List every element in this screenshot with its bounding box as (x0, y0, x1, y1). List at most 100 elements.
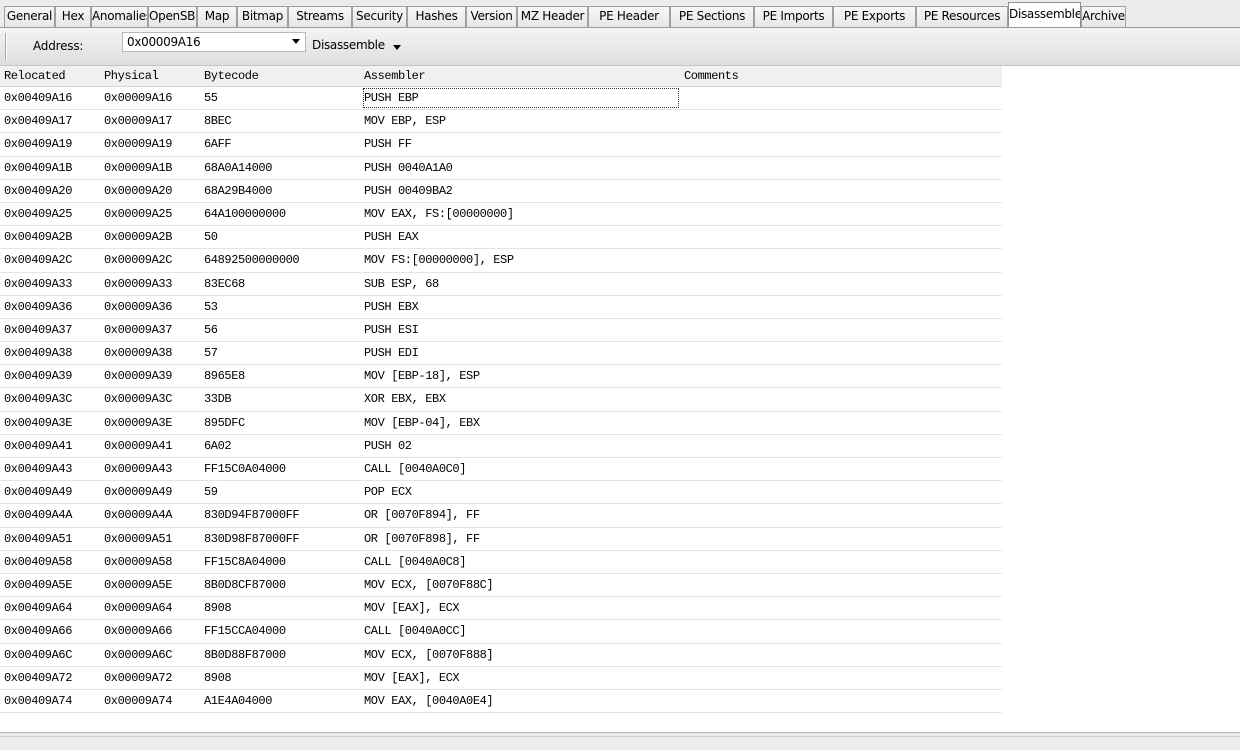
assembler-cell[interactable]: PUSH 0040A1A0 (364, 157, 680, 179)
relocated-cell[interactable]: 0x00409A3C (4, 388, 100, 410)
table-row[interactable]: 0x00409A37 0x00009A37 56 PUSH ESI (0, 318, 1002, 343)
table-row[interactable]: 0x00409A51 0x00009A51 830D98F87000FF OR [00… (0, 527, 1002, 551)
tab-opensbi[interactable]: OpenSBI (148, 6, 197, 27)
relocated-cell[interactable]: 0x00409A66 (4, 620, 100, 642)
relocated-cell[interactable]: 0x00409A19 (4, 133, 100, 155)
table-row[interactable]: 0x00409A49 0x00009A49 59 POP ECX (0, 481, 1002, 505)
relocated-cell[interactable]: 0x00409A74 (4, 690, 100, 712)
relocated-cell[interactable]: 0x00409A20 (4, 180, 100, 202)
assembler-cell[interactable]: SUB ESP, 68 (364, 273, 680, 295)
physical-cell[interactable]: 0x00009A51 (104, 528, 200, 550)
physical-cell[interactable]: 0x00009A41 (104, 435, 200, 457)
assembler-cell[interactable]: CALL [0040A0CC] (364, 620, 680, 642)
physical-cell[interactable]: 0x00009A49 (104, 481, 200, 503)
tab-security[interactable]: Security (352, 6, 407, 27)
relocated-cell[interactable]: 0x00409A39 (4, 365, 100, 387)
bytecode-cell[interactable]: 53 (204, 296, 360, 318)
assembler-cell[interactable]: MOV [EBP-18], ESP (364, 365, 680, 387)
tab-version[interactable]: Version (466, 6, 517, 27)
assembler-cell[interactable]: CALL [0040A0C8] (364, 551, 680, 573)
bytecode-cell[interactable]: 55 (204, 87, 360, 109)
table-row[interactable]: 0x00409A3E 0x00009A3E 895DFC MOV [EBP-04], … (0, 411, 1002, 435)
tab-hashes[interactable]: Hashes (407, 6, 466, 27)
physical-cell[interactable]: 0x00009A43 (104, 458, 200, 480)
physical-cell[interactable]: 0x00009A66 (104, 620, 200, 642)
tab-hex[interactable]: Hex (55, 6, 91, 27)
assembler-cell[interactable]: PUSH EAX (364, 226, 680, 248)
relocated-cell[interactable]: 0x00409A25 (4, 203, 100, 225)
tab-general[interactable]: General (4, 6, 55, 27)
bytecode-cell[interactable]: 8B0D8CF87000 (204, 574, 360, 596)
assembler-cell[interactable]: MOV [EAX], ECX (364, 597, 680, 619)
bytecode-cell[interactable]: 8B0D88F87000 (204, 644, 360, 666)
assembler-cell[interactable]: POP ECX (364, 481, 680, 503)
tab-pe-resources[interactable]: PE Resources (916, 6, 1008, 27)
address-value[interactable]: 0x00009A16 (127, 35, 201, 49)
assembler-cell[interactable]: PUSH ESI (364, 319, 680, 341)
bytecode-cell[interactable]: 57 (204, 342, 360, 364)
relocated-cell[interactable]: 0x00409A17 (4, 110, 100, 132)
relocated-cell[interactable]: 0x00409A1B (4, 157, 100, 179)
address-combobox[interactable]: 0x00009A16 (122, 32, 306, 52)
physical-cell[interactable]: 0x00009A74 (104, 690, 200, 712)
relocated-cell[interactable]: 0x00409A5E (4, 574, 100, 596)
tab-pe-header[interactable]: PE Header (588, 6, 670, 27)
assembler-cell[interactable]: MOV ECX, [0070F888] (364, 644, 680, 666)
table-row[interactable]: 0x00409A33 0x00009A33 83EC68 SUB ESP, 68 (0, 272, 1002, 296)
physical-cell[interactable]: 0x00009A37 (104, 319, 200, 341)
physical-cell[interactable]: 0x00009A72 (104, 667, 200, 689)
assembler-cell[interactable]: CALL [0040A0C0] (364, 458, 680, 480)
relocated-cell[interactable]: 0x00409A37 (4, 319, 100, 341)
physical-cell[interactable]: 0x00009A3C (104, 388, 200, 410)
bytecode-cell[interactable]: 830D98F87000FF (204, 528, 360, 550)
bytecode-cell[interactable]: FF15C0A04000 (204, 458, 360, 480)
tab-pe-exports[interactable]: PE Exports (833, 6, 916, 27)
table-row[interactable]: 0x00409A2C 0x00009A2C 64892500000000 MOV FS… (0, 249, 1002, 273)
bytecode-cell[interactable]: 33DB (204, 388, 360, 410)
physical-cell[interactable]: 0x00009A38 (104, 342, 200, 364)
bytecode-cell[interactable]: 6A02 (204, 435, 360, 457)
table-row[interactable]: 0x00409A38 0x00009A38 57 PUSH EDI (0, 342, 1002, 366)
bytecode-cell[interactable]: A1E4A04000 (204, 690, 360, 712)
column-header-bytecode[interactable]: Bytecode (204, 66, 360, 86)
tab-disassembler[interactable]: Disassembler (1008, 2, 1081, 27)
assembler-cell[interactable]: PUSH EBP (362, 87, 680, 109)
column-header-relocated[interactable]: Relocated (4, 66, 100, 86)
assembler-cell[interactable]: MOV ECX, [0070F88C] (364, 574, 680, 596)
physical-cell[interactable]: 0x00009A39 (104, 365, 200, 387)
bytecode-cell[interactable]: 83EC68 (204, 273, 360, 295)
relocated-cell[interactable]: 0x00409A3E (4, 412, 100, 434)
table-row[interactable]: 0x00409A74 0x00009A74 A1E4A04000 MOV EAX, [… (0, 689, 1002, 714)
relocated-cell[interactable]: 0x00409A38 (4, 342, 100, 364)
assembler-cell[interactable]: MOV EBP, ESP (364, 110, 680, 132)
relocated-cell[interactable]: 0x00409A2B (4, 226, 100, 248)
bytecode-cell[interactable]: 830D94F87000FF (204, 504, 360, 526)
table-row[interactable]: 0x00409A5E 0x00009A5E 8B0D8CF87000 MOV ECX,… (0, 573, 1002, 598)
table-row[interactable]: 0x00409A41 0x00009A41 6A02 PUSH 02 (0, 434, 1002, 458)
physical-cell[interactable]: 0x00009A4A (104, 504, 200, 526)
table-row[interactable]: 0x00409A3C 0x00009A3C 33DB XOR EBX, EBX (0, 388, 1002, 412)
physical-cell[interactable]: 0x00009A3E (104, 412, 200, 434)
table-row[interactable]: 0x00409A1B 0x00009A1B 68A0A14000 PUSH 0040A… (0, 156, 1002, 180)
bytecode-cell[interactable]: 8908 (204, 597, 360, 619)
relocated-cell[interactable]: 0x00409A4A (4, 504, 100, 526)
relocated-cell[interactable]: 0x00409A36 (4, 296, 100, 318)
assembler-cell[interactable]: OR [0070F894], FF (364, 504, 680, 526)
bytecode-cell[interactable]: FF15CCA04000 (204, 620, 360, 642)
table-row[interactable]: 0x00409A43 0x00009A43 FF15C0A04000 CALL [00… (0, 458, 1002, 482)
bytecode-cell[interactable]: 895DFC (204, 412, 360, 434)
physical-cell[interactable]: 0x00009A2C (104, 249, 200, 271)
bytecode-cell[interactable]: 6AFF (204, 133, 360, 155)
assembler-cell[interactable]: PUSH 02 (364, 435, 680, 457)
table-row[interactable]: 0x00409A64 0x00009A64 8908 MOV [EAX], ECX (0, 597, 1002, 621)
bytecode-cell[interactable]: 64A100000000 (204, 203, 360, 225)
table-row[interactable]: 0x00409A25 0x00009A25 64A100000000 MOV EAX,… (0, 202, 1002, 227)
physical-cell[interactable]: 0x00009A33 (104, 273, 200, 295)
physical-cell[interactable]: 0x00009A36 (104, 296, 200, 318)
relocated-cell[interactable]: 0x00409A2C (4, 249, 100, 271)
table-row[interactable]: 0x00409A39 0x00009A39 8965E8 MOV [EBP-18], … (0, 365, 1002, 389)
assembler-cell[interactable]: MOV EAX, [0040A0E4] (364, 690, 680, 712)
assembler-cell[interactable]: MOV [EAX], ECX (364, 667, 680, 689)
relocated-cell[interactable]: 0x00409A41 (4, 435, 100, 457)
tab-pe-imports[interactable]: PE Imports (754, 6, 833, 27)
